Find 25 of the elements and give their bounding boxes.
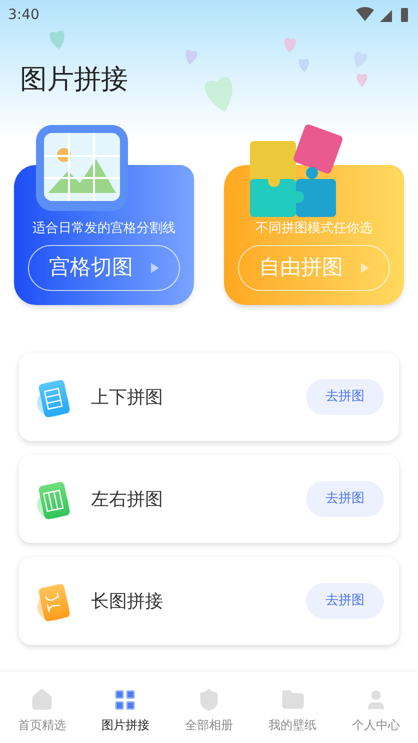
page-title: 图片拼接: [20, 66, 128, 93]
status-icons: [356, 7, 410, 23]
start-button[interactable]: 去拼图: [306, 379, 384, 415]
tab-item[interactable]: 首页精选: [0, 672, 84, 743]
mode-label: 长图拼接: [91, 590, 163, 614]
start-button[interactable]: 去拼图: [306, 481, 384, 517]
home-icon: [30, 688, 54, 712]
mode-card[interactable]: 左右拼图 去拼图: [19, 455, 399, 543]
start-button[interactable]: 去拼图: [306, 583, 384, 619]
mode-label: 上下拼图: [91, 386, 163, 410]
tab-item[interactable]: 我的壁纸: [250, 672, 334, 743]
mode-label: 左右拼图: [91, 488, 163, 512]
tab-item[interactable]: 图片拼接: [84, 672, 168, 743]
folder-icon: [280, 688, 305, 712]
mode-card[interactable]: 上下拼图 去拼图: [19, 353, 399, 441]
tab-item[interactable]: 全部相册: [167, 672, 251, 743]
tab-item[interactable]: 个人中心: [334, 672, 418, 743]
mode-card[interactable]: 长图拼接 去拼图: [19, 557, 399, 645]
play-icon: [361, 263, 369, 273]
banner-button[interactable]: 宫格切图: [28, 245, 180, 291]
banner-caption: 不同拼图模式任你选: [256, 222, 372, 235]
status-time: 3:40: [8, 6, 40, 24]
play-icon: [151, 263, 159, 273]
banner-caption: 适合日常发的宫格分割线: [32, 222, 176, 235]
grid-icon: [113, 688, 138, 712]
